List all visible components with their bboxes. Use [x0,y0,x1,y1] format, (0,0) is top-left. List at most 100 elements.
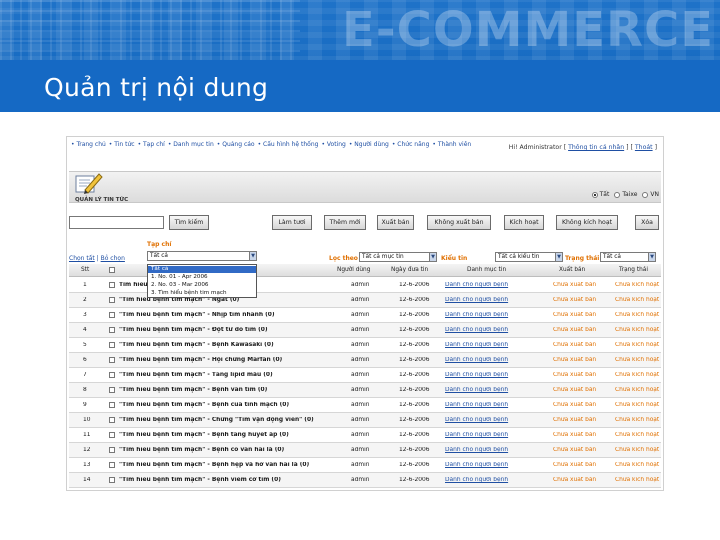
row-category-link[interactable]: Dành cho người bệnh [445,342,525,348]
row-category-link[interactable]: Dành cho người bệnh [445,447,525,453]
row-category-link[interactable]: Dành cho người bệnh [445,417,525,423]
table-row[interactable]: 12 "Tìm hiểu bệnh tim mạch" - Bệnh co van… [69,443,661,458]
nav-link[interactable]: • Cấu hình hệ thống [258,141,319,148]
table-row[interactable]: 6 "Tìm hiểu bệnh tim mạch" - Hội chứng Ma… [69,353,661,368]
row-title[interactable]: "Tìm hiểu bệnh tim mạch" - Bệnh hẹp và h… [119,462,329,468]
radio-vn[interactable] [642,191,649,198]
row-checkbox[interactable] [109,447,115,453]
row-checkbox[interactable] [109,342,115,348]
row-active-status[interactable]: Chưa kích hoạt [615,342,661,348]
row-title[interactable]: "Tìm hiểu bệnh tim mạch" - Tăng lipid má… [119,372,329,378]
row-publish-status[interactable]: Chưa xuất bản [553,447,603,453]
profile-link[interactable]: Thông tin cá nhân [568,144,624,151]
magazine-select[interactable]: Tất cả ▼ [147,251,257,261]
radio-all[interactable] [591,191,598,198]
dropdown-option[interactable]: 2. No. 03 - Mar 2006 [148,282,256,289]
row-active-status[interactable]: Chưa kích hoạt [615,312,661,318]
row-checkbox[interactable] [109,282,115,288]
table-row[interactable]: 3 "Tìm hiểu bệnh tim mạch" - Nhịp tim nha… [69,308,661,323]
search-input[interactable] [69,216,164,229]
table-row[interactable]: 14 "Tìm hiểu bệnh tim mạch" - Bệnh viêm c… [69,473,661,488]
row-active-status[interactable]: Chưa kích hoạt [615,417,661,423]
row-active-status[interactable]: Chưa kích hoạt [615,297,661,303]
row-active-status[interactable]: Chưa kích hoạt [615,432,661,438]
row-title[interactable]: "Tìm hiểu bệnh tim mạch" - Bệnh viêm cơ … [119,477,329,483]
logout-link[interactable]: Thoát [635,144,653,151]
nav-link[interactable]: • Người dùng [349,141,389,148]
add-new-button[interactable]: Thêm mới [324,215,366,230]
status-filter-select[interactable]: Tất cả ▼ [600,252,656,262]
row-checkbox[interactable] [109,312,115,318]
row-checkbox[interactable] [109,477,115,483]
news-type-select[interactable]: Tất cả kiểu tin ▼ [495,252,563,262]
row-checkbox[interactable] [109,417,115,423]
nav-link[interactable]: • Voting [321,141,345,148]
row-active-status[interactable]: Chưa kích hoạt [615,282,661,288]
row-publish-status[interactable]: Chưa xuất bản [553,402,603,408]
row-title[interactable]: "Tìm hiểu bệnh tim mạch" - Hội chứng Mar… [119,357,329,363]
row-category-link[interactable]: Dành cho người bệnh [445,387,525,393]
row-checkbox[interactable] [109,297,115,303]
table-row[interactable]: 8 "Tìm hiểu bệnh tim mạch" - Bệnh van tim… [69,383,661,398]
table-row[interactable]: 5 "Tìm hiểu bệnh tim mạch" - Bệnh Kawasak… [69,338,661,353]
row-publish-status[interactable]: Chưa xuất bản [553,282,603,288]
table-row[interactable]: 13 "Tìm hiểu bệnh tim mạch" - Bệnh hẹp và… [69,458,661,473]
row-active-status[interactable]: Chưa kích hoạt [615,402,661,408]
row-title[interactable]: "Tìm hiểu bệnh tim mạch" - Đột tử do tim… [119,327,329,333]
table-row[interactable]: 10 "Tìm hiểu bệnh tim mạch" - Chứng "Tim … [69,413,661,428]
table-row[interactable]: 11 "Tìm hiểu bệnh tim mạch" - Bệnh tăng h… [69,428,661,443]
row-publish-status[interactable]: Chưa xuất bản [553,372,603,378]
unpublish-button[interactable]: Không xuất bản [427,215,491,230]
row-category-link[interactable]: Dành cho người bệnh [445,432,525,438]
dropdown-option[interactable]: 1. No. 01 - Apr 2006 [148,274,256,281]
row-active-status[interactable]: Chưa kích hoạt [615,372,661,378]
deselect-link[interactable]: Bỏ chọn [101,255,125,262]
row-publish-status[interactable]: Chưa xuất bản [553,357,603,363]
row-category-link[interactable]: Dành cho người bệnh [445,297,525,303]
row-active-status[interactable]: Chưa kích hoạt [615,357,661,363]
row-category-link[interactable]: Dành cho người bệnh [445,327,525,333]
row-active-status[interactable]: Chưa kích hoạt [615,447,661,453]
row-checkbox[interactable] [109,432,115,438]
row-publish-status[interactable]: Chưa xuất bản [553,462,603,468]
row-category-link[interactable]: Dành cho người bệnh [445,477,525,483]
activate-button[interactable]: Kích hoạt [504,215,544,230]
row-active-status[interactable]: Chưa kích hoạt [615,462,661,468]
row-checkbox[interactable] [109,402,115,408]
row-category-link[interactable]: Dành cho người bệnh [445,312,525,318]
row-active-status[interactable]: Chưa kích hoạt [615,477,661,483]
row-title[interactable]: "Tìm hiểu bệnh tim mạch" - Nhịp tim nhan… [119,312,329,318]
nav-link[interactable]: • Danh mục tin [168,141,214,148]
search-button[interactable]: Tìm kiếm [169,215,209,230]
row-publish-status[interactable]: Chưa xuất bản [553,432,603,438]
radio-taixe[interactable] [614,191,621,198]
row-checkbox[interactable] [109,462,115,468]
row-publish-status[interactable]: Chưa xuất bản [553,312,603,318]
row-publish-status[interactable]: Chưa xuất bản [553,417,603,423]
row-title[interactable]: "Tìm hiểu bệnh tim mạch" - Bệnh tăng huy… [119,432,329,438]
delete-button[interactable]: Xóa [635,215,659,230]
row-title[interactable]: "Tìm hiểu bệnh tim mạch" - Bệnh co van h… [119,447,329,453]
row-checkbox[interactable] [109,357,115,363]
refresh-button[interactable]: Làm tươi [272,215,312,230]
deactivate-button[interactable]: Không kích hoạt [556,215,618,230]
nav-link[interactable]: • Thành viên [432,141,471,148]
select-all-checkbox[interactable] [109,267,115,273]
row-category-link[interactable]: Dành cho người bệnh [445,402,525,408]
row-publish-status[interactable]: Chưa xuất bản [553,342,603,348]
row-title[interactable]: "Tìm hiểu bệnh tim mạch" - Bệnh Kawasaki… [119,342,329,348]
row-category-link[interactable]: Dành cho người bệnh [445,357,525,363]
table-row[interactable]: 7 "Tìm hiểu bệnh tim mạch" - Tăng lipid m… [69,368,661,383]
dropdown-option[interactable]: 3. Tìm hiểu bệnh tim mạch [148,290,256,297]
nav-link[interactable]: • Trang chủ [71,141,106,148]
table-row[interactable]: 9 "Tìm hiểu bệnh tim mạch" - Bệnh của tĩn… [69,398,661,413]
table-row[interactable]: 4 "Tìm hiểu bệnh tim mạch" - Đột tử do ti… [69,323,661,338]
row-active-status[interactable]: Chưa kích hoạt [615,327,661,333]
row-title[interactable]: "Tìm hiểu bệnh tim mạch" - Bệnh của tĩnh… [119,402,329,408]
row-checkbox[interactable] [109,327,115,333]
row-category-link[interactable]: Dành cho người bệnh [445,462,525,468]
row-publish-status[interactable]: Chưa xuất bản [553,387,603,393]
row-active-status[interactable]: Chưa kích hoạt [615,387,661,393]
dropdown-option[interactable]: Tất cả [148,266,256,273]
row-publish-status[interactable]: Chưa xuất bản [553,477,603,483]
